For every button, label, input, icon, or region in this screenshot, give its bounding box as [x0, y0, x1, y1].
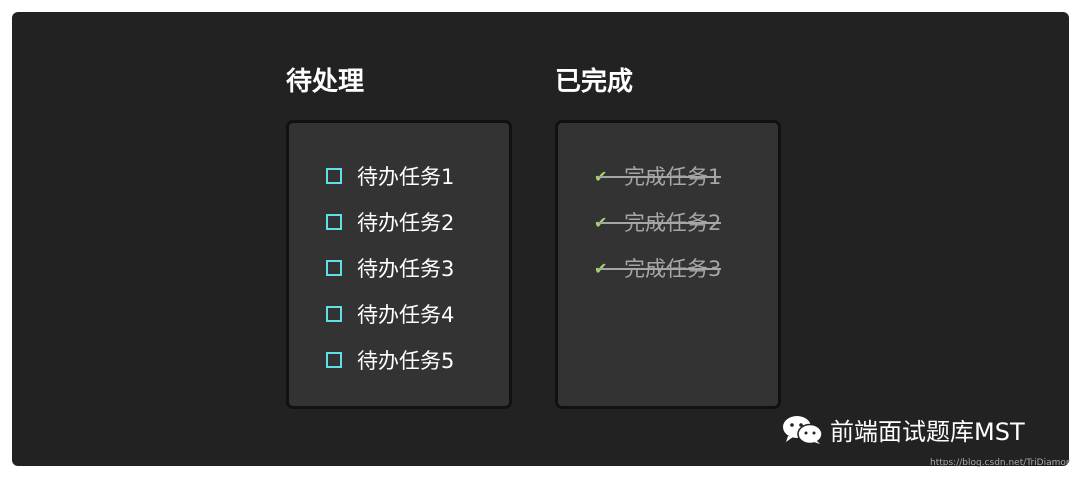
strikethrough-line	[598, 268, 722, 270]
wechat-icon	[783, 415, 823, 444]
source-url: https://blog.csdn.net/TriDiamond	[930, 458, 1070, 468]
todo-list-box: 待办任务1 待办任务2 待办任务3 待办任务4 待办任务5	[286, 120, 512, 409]
todo-item-label: 待办任务3	[357, 257, 455, 281]
done-item[interactable]: ✔ 完成任务1	[594, 153, 722, 199]
todo-item[interactable]: 待办任务3	[326, 245, 454, 291]
todo-item-label: 待办任务4	[357, 303, 455, 327]
done-item[interactable]: ✔ 完成任务2	[594, 199, 722, 245]
watermark-text: 前端面试题库MST	[830, 418, 1025, 446]
done-item[interactable]: ✔ 完成任务3	[594, 245, 722, 291]
done-column-title: 已完成	[555, 67, 634, 97]
checkbox-icon[interactable]	[326, 168, 342, 184]
todo-column-title: 待处理	[286, 67, 365, 97]
checkbox-icon[interactable]	[326, 306, 342, 322]
done-list-box: ✔ 完成任务1 ✔ 完成任务2 ✔ 完成任务3	[555, 120, 781, 409]
todo-item[interactable]: 待办任务2	[326, 199, 454, 245]
checkbox-icon[interactable]	[326, 352, 342, 368]
strikethrough-line	[598, 222, 722, 224]
done-list: ✔ 完成任务1 ✔ 完成任务2 ✔ 完成任务3	[594, 153, 722, 291]
checkbox-icon[interactable]	[326, 214, 342, 230]
watermark: 前端面试题库MST	[782, 412, 1025, 447]
todo-item[interactable]: 待办任务4	[326, 291, 454, 337]
todo-item[interactable]: 待办任务5	[326, 337, 454, 383]
todo-item-label: 待办任务5	[357, 349, 455, 373]
app-panel: 待处理 待办任务1 待办任务2 待办任务3 待办任务4 待办任务5 已完成 完成…	[12, 12, 1069, 466]
strikethrough-line	[598, 176, 722, 178]
todo-item-label: 待办任务1	[357, 165, 455, 189]
todo-item[interactable]: 待办任务1	[326, 153, 454, 199]
checkbox-icon[interactable]	[326, 260, 342, 276]
todo-list: 待办任务1 待办任务2 待办任务3 待办任务4 待办任务5	[326, 153, 454, 383]
todo-item-label: 待办任务2	[357, 211, 455, 235]
